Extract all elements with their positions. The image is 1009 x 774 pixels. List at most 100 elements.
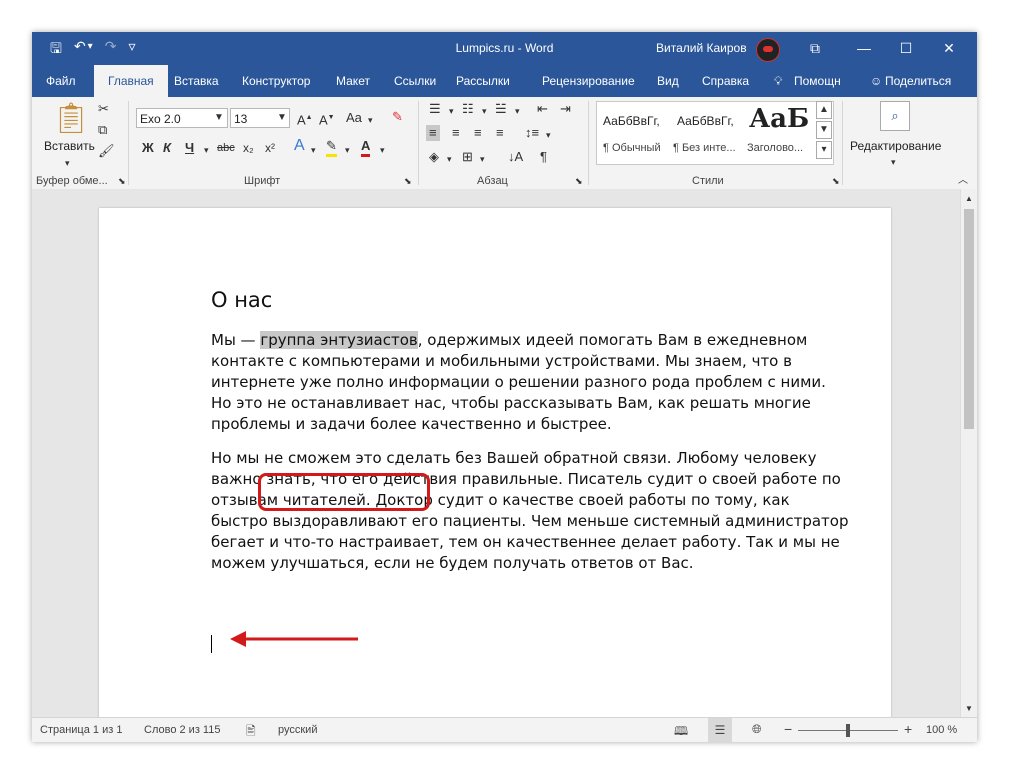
styles-more-icon[interactable]: ▾ [816, 141, 832, 159]
borders-chevron-down-icon[interactable]: ▾ [480, 151, 485, 167]
page-count[interactable]: Страница 1 из 1 [40, 724, 122, 736]
superscript-button[interactable]: x² [265, 140, 275, 156]
undo-icon[interactable]: ↶ [74, 38, 86, 62]
paragraph-1[interactable]: Мы — группа энтузиастов, одержимых идеей… [211, 330, 851, 435]
multilevel-list-icon[interactable]: ☱ [495, 101, 507, 117]
increase-indent-icon[interactable]: ⇥ [560, 101, 571, 117]
tab-view[interactable]: Вид [657, 65, 679, 97]
vertical-scrollbar[interactable]: ▲ ▼ [960, 189, 977, 717]
numbering-chevron-down-icon[interactable]: ▾ [482, 103, 487, 119]
scroll-down-icon[interactable]: ▼ [965, 701, 973, 717]
shrink-font-icon[interactable]: A▼ [319, 110, 335, 128]
scrollbar-thumb[interactable] [964, 209, 974, 429]
font-name-chevron-down-icon[interactable]: ▼ [214, 110, 224, 126]
justify-icon[interactable]: ≡ [496, 125, 504, 141]
change-case-button[interactable]: Aa [346, 110, 362, 126]
font-color-icon[interactable]: A [361, 138, 371, 157]
decrease-indent-icon[interactable]: ⇤ [537, 101, 548, 117]
strikethrough-button[interactable]: abc [217, 140, 235, 156]
user-name[interactable]: Виталий Каиров [656, 41, 747, 55]
paste-icon[interactable]: 📋︎ [52, 103, 90, 135]
word-count[interactable]: Слово 2 из 115 [144, 724, 220, 736]
format-painter-icon[interactable]: 🖌︎ [98, 143, 115, 159]
tab-references[interactable]: Ссылки [394, 65, 436, 97]
bold-button[interactable]: Ж [142, 140, 154, 156]
editing-chevron-down-icon[interactable]: ▾ [891, 154, 896, 170]
tab-insert[interactable]: Вставка [174, 65, 219, 97]
numbering-icon[interactable]: ☷ [462, 101, 474, 117]
align-center-icon[interactable]: ≡ [452, 125, 460, 141]
zoom-in-button[interactable]: + [904, 721, 912, 737]
copy-icon[interactable]: ⧉ [98, 122, 107, 138]
subscript-button[interactable]: x₂ [243, 140, 254, 156]
tab-file[interactable]: Файл [46, 65, 76, 97]
tab-design[interactable]: Конструктор [242, 65, 310, 97]
style-preview-no-spacing[interactable]: АаБбВвГг, [677, 114, 734, 128]
editing-button[interactable]: Редактирование [850, 139, 941, 153]
shading-icon[interactable]: ◈ [429, 149, 439, 165]
bullets-icon[interactable]: ☰ [429, 101, 441, 117]
bullets-chevron-down-icon[interactable]: ▾ [449, 103, 454, 119]
highlight-color-icon[interactable]: ✎ [326, 138, 337, 157]
maximize-button[interactable]: ☐ [889, 32, 923, 65]
web-layout-icon[interactable]: 🌐︎ [752, 722, 762, 737]
clear-formatting-icon[interactable]: ✎ [392, 109, 403, 125]
style-heading[interactable]: Заголово... [747, 142, 803, 154]
lightbulb-icon[interactable]: 💡︎ [774, 65, 782, 97]
ribbon-display-icon[interactable]: ⧉ [798, 32, 832, 65]
avatar[interactable] [756, 38, 780, 62]
cut-icon[interactable]: ✂ [98, 101, 109, 117]
line-spacing-chevron-down-icon[interactable]: ▾ [546, 127, 551, 143]
underline-button[interactable]: Ч [185, 140, 194, 156]
zoom-slider-thumb[interactable] [846, 724, 850, 737]
customize-qat-icon[interactable]: ▿ [128, 38, 135, 62]
zoom-out-button[interactable]: − [784, 721, 792, 737]
styles-launcher-icon[interactable]: ⬊ [832, 173, 840, 189]
language-indicator[interactable]: русский [278, 724, 317, 736]
document-page[interactable]: О нас Мы — группа энтузиастов, одержимых… [99, 208, 891, 717]
style-preview-normal[interactable]: АаБбВвГг, [603, 114, 660, 128]
tab-mailings[interactable]: Рассылки [456, 65, 510, 97]
tab-share[interactable]: Поделиться [885, 65, 951, 97]
share-icon[interactable]: ☺ [870, 65, 882, 97]
change-case-chevron-down-icon[interactable]: ▾ [368, 112, 373, 128]
align-left-icon[interactable]: ≡ [426, 125, 440, 141]
redo-icon[interactable]: ↷ [105, 38, 117, 62]
tab-help[interactable]: Справка [702, 65, 749, 97]
font-size-chevron-down-icon[interactable]: ▼ [277, 110, 287, 126]
underline-chevron-down-icon[interactable]: ▾ [204, 142, 209, 158]
align-right-icon[interactable]: ≡ [474, 125, 482, 141]
line-spacing-icon[interactable]: ↕≡ [525, 125, 539, 141]
text-effects-chevron-down-icon[interactable]: ▾ [311, 142, 316, 158]
italic-button[interactable]: К [163, 140, 171, 156]
selected-text[interactable]: группа энтузиастов [260, 331, 418, 349]
tab-home[interactable]: Главная [94, 65, 168, 97]
document-heading[interactable]: О нас [211, 288, 272, 312]
font-color-chevron-down-icon[interactable]: ▾ [380, 142, 385, 158]
paragraph-2[interactable]: Но мы не сможем это сделать без Вашей об… [211, 448, 851, 574]
sort-icon[interactable]: ↓A [508, 149, 523, 165]
highlight-chevron-down-icon[interactable]: ▾ [345, 142, 350, 158]
multilevel-chevron-down-icon[interactable]: ▾ [515, 103, 520, 119]
text-effects-icon[interactable]: A [294, 138, 305, 154]
borders-icon[interactable]: ⊞ [462, 149, 473, 165]
minimize-button[interactable]: — [847, 32, 881, 65]
styles-scroll-up-icon[interactable]: ▲ [816, 101, 832, 119]
save-icon[interactable]: 🖫 [50, 38, 62, 62]
clipboard-launcher-icon[interactable]: ⬊ [118, 173, 126, 189]
show-formatting-button[interactable]: ¶ [540, 149, 547, 165]
style-normal[interactable]: ¶ Обычный [603, 142, 661, 154]
shading-chevron-down-icon[interactable]: ▾ [447, 151, 452, 167]
tab-tell-me[interactable]: Помощн [794, 65, 841, 97]
proofing-icon[interactable]: 🖹︎ [246, 722, 256, 742]
font-launcher-icon[interactable]: ⬊ [404, 173, 412, 189]
paste-button[interactable]: Вставить [44, 139, 95, 153]
zoom-level[interactable]: 100 % [926, 724, 957, 736]
tab-layout[interactable]: Макет [336, 65, 370, 97]
print-layout-icon[interactable]: ☰ [708, 718, 732, 742]
style-preview-heading[interactable]: АаБ [749, 104, 809, 134]
paragraph-1-lead[interactable]: Мы — [211, 331, 260, 349]
search-icon[interactable]: ⌕ [880, 101, 910, 131]
undo-dropdown-icon[interactable]: ▾ [88, 41, 93, 62]
tab-review[interactable]: Рецензирование [542, 65, 635, 97]
